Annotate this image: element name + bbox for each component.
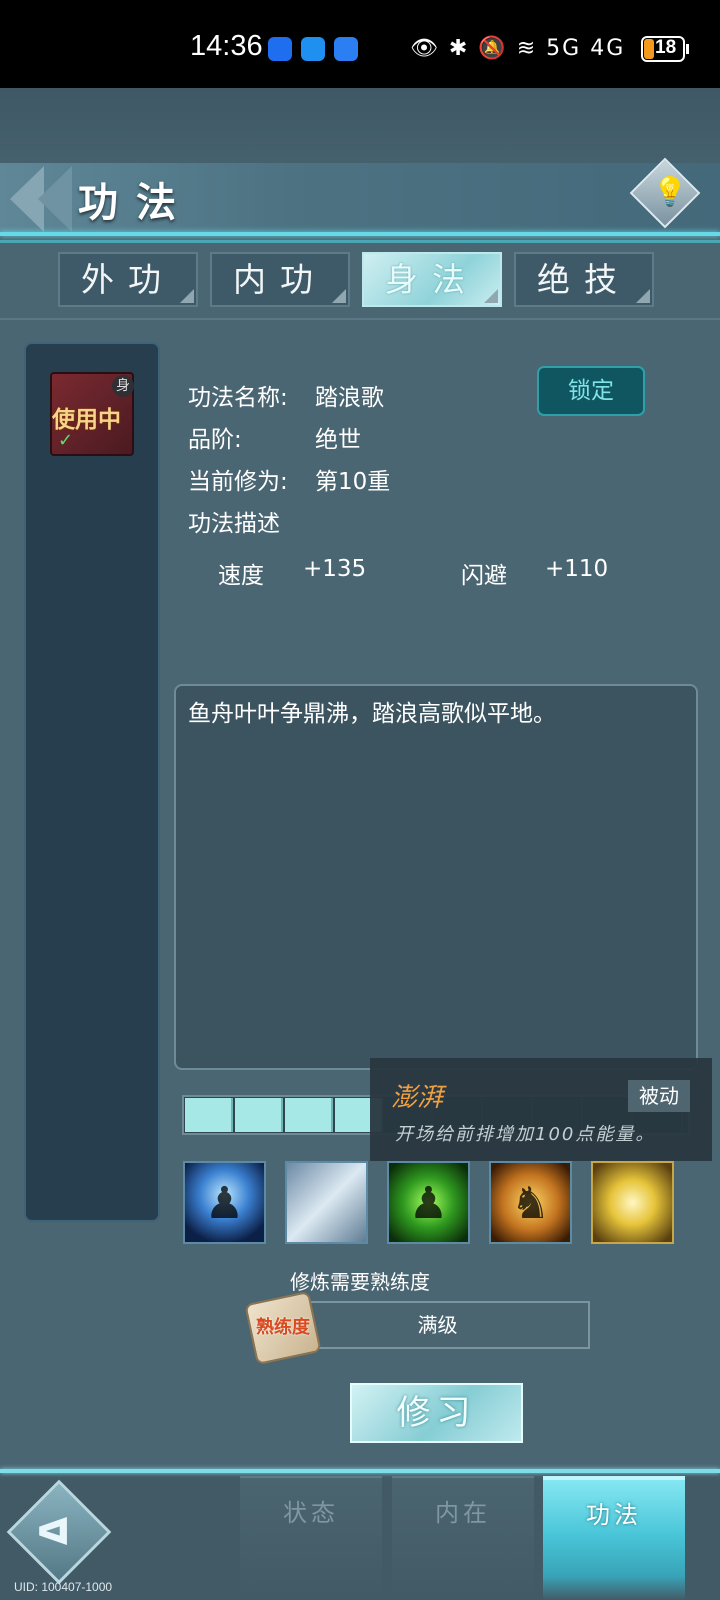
top-band [0, 88, 720, 163]
battery-level: 18 [655, 37, 677, 58]
tooltip-description: 开场给前排增加100点能量。 [395, 1124, 656, 1145]
scroll-label: 熟练度 [256, 1317, 310, 1338]
tab-external[interactable]: 外功 [58, 252, 198, 307]
check-icon: ✓ [58, 430, 74, 451]
status-bar: 14:36 👁 ✱ 🔕 ≋ 5G 4G 18 [0, 0, 720, 88]
stat-dodge-name: 闪避 [461, 563, 507, 589]
rider-silhouette-icon: ♞ [510, 1178, 551, 1229]
tab-internal[interactable]: 内功 [210, 252, 350, 307]
progress-segment [235, 1098, 283, 1132]
stat-speed-value: +135 [303, 556, 367, 582]
weather-app-icon [334, 37, 358, 61]
proficiency-value-bar: 满级 [285, 1301, 590, 1349]
battery-tip [686, 44, 689, 54]
golden-swirl-icon[interactable] [591, 1161, 674, 1244]
system-status-icons: 👁 ✱ 🔕 ≋ 5G 4G [410, 36, 626, 61]
bottom-nav-divider [0, 1469, 720, 1473]
grade-label: 品阶: [188, 427, 242, 453]
shield-app-icon [268, 37, 292, 61]
nav-tab-inner[interactable]: 内在 [392, 1476, 534, 1600]
description-label: 功法描述 [188, 511, 280, 537]
skill-list-panel [24, 342, 160, 1222]
message-app-icon [301, 37, 325, 61]
stat-speed-name: 速度 [218, 563, 264, 589]
tabs-divider [0, 318, 720, 320]
skill-name-label: 功法名称: [188, 385, 288, 411]
lightbulb-icon[interactable]: 💡 [650, 172, 690, 212]
grade-value: 绝世 [315, 427, 361, 453]
header-divider [0, 232, 720, 236]
description-box [174, 684, 698, 1070]
back-arrow-icon-inner[interactable] [38, 166, 72, 232]
battery-icon: 18 [641, 36, 685, 62]
training-requirement-label: 修炼需要熟练度 [290, 1270, 430, 1294]
tooltip-skill-name: 澎湃 [391, 1083, 444, 1113]
blade-slash-icon[interactable] [285, 1161, 368, 1244]
page-title: 功法 [78, 179, 194, 226]
lock-button[interactable]: 锁定 [537, 366, 645, 416]
nav-tab-status[interactable]: 状态 [240, 1476, 382, 1600]
green-figure-silhouette-icon: ♟ [408, 1178, 449, 1229]
skill-type-badge: 身 [112, 375, 134, 397]
user-id: UID: 100407-1000 [14, 1580, 113, 1594]
tooltip-passive-tag: 被动 [628, 1080, 690, 1112]
skill-name-value: 踏浪歌 [315, 385, 384, 411]
tab-ultimate[interactable]: 绝技 [514, 252, 654, 307]
learn-button[interactable]: 修习 [350, 1383, 523, 1443]
in-use-label: 使用中 [52, 407, 121, 433]
nav-tab-skills[interactable]: 功法 [543, 1476, 685, 1600]
clock: 14:36 [190, 30, 263, 62]
stat-dodge-value: +110 [545, 556, 609, 582]
progress-segment [185, 1098, 233, 1132]
warrior-silhouette-icon: ♟ [204, 1178, 245, 1229]
progress-segment [285, 1098, 333, 1132]
level-value: 第10重 [315, 469, 391, 495]
description-text: 鱼舟叶叶争鼎沸，踏浪高歌似平地。 [188, 701, 556, 727]
tab-movement[interactable]: 身法 [362, 252, 502, 307]
level-label: 当前修为: [188, 469, 288, 495]
home-arrow-icon[interactable]: ᐊ [36, 1510, 70, 1554]
header-divider-secondary [0, 240, 720, 243]
